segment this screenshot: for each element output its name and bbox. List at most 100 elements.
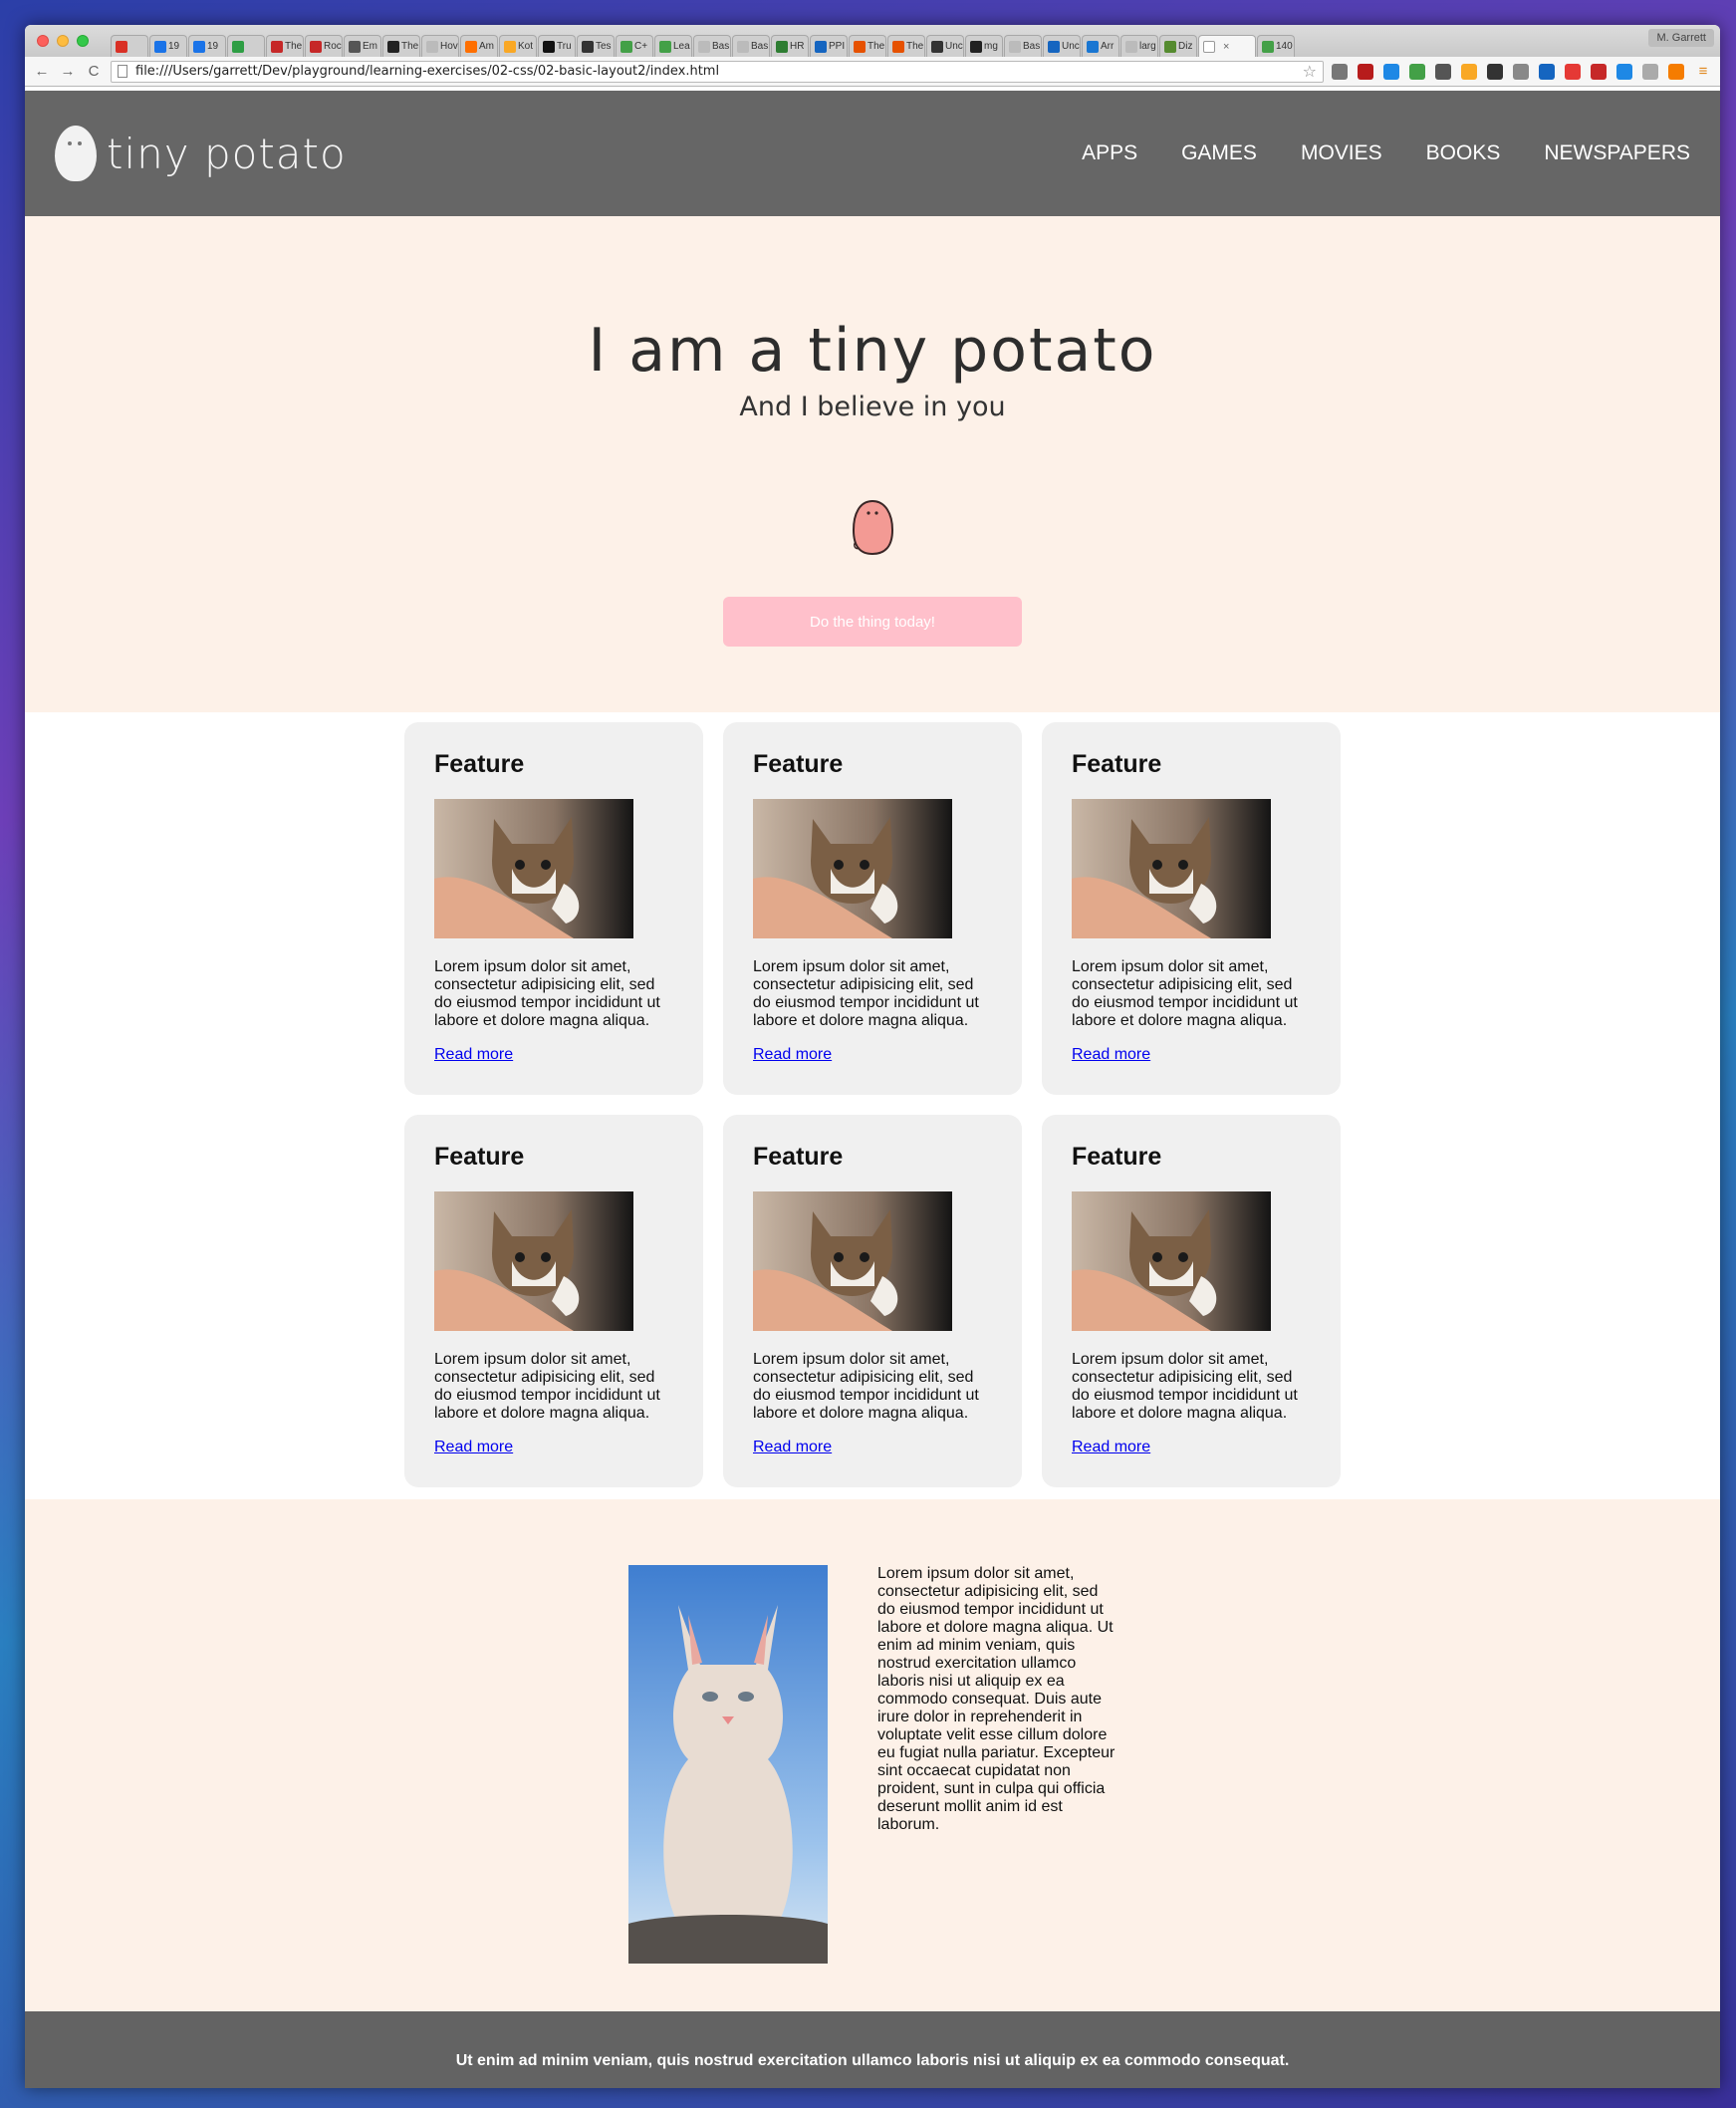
browser-tab[interactable]: Arr [1082,35,1119,57]
extension-icon[interactable] [1487,63,1503,80]
browser-tab[interactable]: The [849,35,886,57]
browser-tab[interactable]: Hov [421,35,459,57]
tab-label: C+ [634,41,648,52]
browser-tab[interactable]: Lea [654,35,692,57]
browser-tab[interactable] [111,35,148,57]
page-icon [1203,40,1215,53]
tab-favicon-icon [776,40,788,53]
footer-text: Ut enim ad minim veniam, quis nostrud ex… [455,2052,1290,2069]
extension-icon[interactable] [1461,63,1477,80]
about-text: Lorem ipsum dolor sit amet, consectetur … [877,1565,1116,1833]
browser-tab[interactable]: Roc [305,35,343,57]
browser-tab-active[interactable]: × [1198,35,1256,57]
extension-icon[interactable] [1435,63,1451,80]
read-more-link[interactable]: Read more [434,1046,513,1064]
tab-label: Bas [751,41,769,52]
feature-title: Feature [1072,1143,1162,1171]
tab-favicon-icon [1164,40,1176,53]
forward-button[interactable]: → [59,63,77,80]
hero-section: I am a tiny potato And I believe in you … [25,216,1720,712]
tab-label: The [868,41,885,52]
minimize-window-button[interactable] [57,35,69,47]
extension-icon[interactable] [1539,63,1555,80]
tab-label: Unc [945,41,963,52]
address-bar[interactable]: file:///Users/garrett/Dev/playground/lea… [111,60,1324,83]
feature-card: Feature Lorem ipsum dolor sit amet, cons… [404,722,703,1095]
extension-icon[interactable] [1383,63,1399,80]
tab-favicon-icon [193,40,205,53]
feature-title: Feature [434,1143,525,1171]
nav-link-apps[interactable]: APPS [1082,141,1137,165]
extension-icon[interactable] [1591,63,1607,80]
browser-tab[interactable]: The [382,35,420,57]
extension-icon[interactable] [1565,63,1581,80]
browser-tab[interactable]: HR [771,35,809,57]
extension-icon[interactable] [1409,63,1425,80]
browser-tab[interactable]: larg [1120,35,1158,57]
browser-tab[interactable]: Tru [538,35,576,57]
browser-tab[interactable]: mg [965,35,1003,57]
bookmark-star-icon[interactable]: ☆ [1303,62,1317,81]
browser-tab[interactable]: Diz [1159,35,1197,57]
feature-card: Feature Lorem ipsum dolor sit amet, cons… [404,1115,703,1487]
feature-title: Feature [753,750,844,778]
tab-favicon-icon [582,40,594,53]
tab-favicon-icon [154,40,166,53]
read-more-link[interactable]: Read more [753,1439,832,1456]
tab-favicon-icon [232,40,244,53]
browser-tab[interactable]: Tes [577,35,615,57]
nav-link-movies[interactable]: MOVIES [1301,141,1382,165]
browser-tab[interactable]: 19 [188,35,226,57]
read-more-link[interactable]: Read more [753,1046,832,1064]
about-section: Lorem ipsum dolor sit amet, consectetur … [25,1499,1720,2011]
extension-icon[interactable] [1332,63,1348,80]
browser-tab[interactable]: C+ [616,35,653,57]
browser-tab[interactable]: The [266,35,304,57]
browser-tab[interactable]: PPI [810,35,848,57]
cta-button[interactable]: Do the thing today! [723,597,1022,647]
nav-link-newspapers[interactable]: NEWSPAPERS [1544,141,1690,165]
extension-icon[interactable] [1358,63,1373,80]
tab-label: The [906,41,924,52]
reload-button[interactable]: C [85,63,103,80]
feature-text: Lorem ipsum dolor sit amet, consectetur … [1072,1351,1298,1422]
tab-label: PPI [829,41,846,52]
browser-tab[interactable]: Kot [499,35,537,57]
browser-tab[interactable]: Unc [1043,35,1081,57]
extension-icon[interactable] [1668,63,1684,80]
browser-tab[interactable]: Bas [693,35,731,57]
browser-tab[interactable] [227,35,265,57]
tab-label: Unc [1062,41,1080,52]
profile-button[interactable]: M. Garrett [1648,29,1714,47]
nav-link-games[interactable]: GAMES [1181,141,1257,165]
tab-favicon-icon [698,40,710,53]
nav-link-books[interactable]: BOOKS [1426,141,1501,165]
menu-icon[interactable]: ≡ [1694,63,1712,80]
tab-label: larg [1139,41,1156,52]
browser-tab[interactable]: Am [460,35,498,57]
back-button[interactable]: ← [33,63,51,80]
browser-tab[interactable]: Bas [1004,35,1042,57]
read-more-link[interactable]: Read more [1072,1046,1150,1064]
maximize-window-button[interactable] [77,35,89,47]
browser-tab[interactable]: Unc [926,35,964,57]
browser-tab[interactable]: 140 [1257,35,1295,57]
read-more-link[interactable]: Read more [1072,1439,1150,1456]
browser-tab[interactable]: Em [344,35,381,57]
tab-favicon-icon [1087,40,1099,53]
extension-icon[interactable] [1616,63,1632,80]
close-tab-icon[interactable]: × [1223,41,1229,53]
read-more-link[interactable]: Read more [434,1439,513,1456]
browser-tab[interactable]: The [887,35,925,57]
extension-icon[interactable] [1642,63,1658,80]
site-logo[interactable]: tiny potato [55,126,347,181]
close-window-button[interactable] [37,35,49,47]
tab-favicon-icon [1262,40,1274,53]
tab-favicon-icon [737,40,749,53]
tab-favicon-icon [271,40,283,53]
browser-tab[interactable]: Bas [732,35,770,57]
extension-icon[interactable] [1513,63,1529,80]
kitten-photo [1072,1191,1271,1331]
browser-tab[interactable]: 19 [149,35,187,57]
feature-card: Feature Lorem ipsum dolor sit amet, cons… [1042,722,1341,1095]
